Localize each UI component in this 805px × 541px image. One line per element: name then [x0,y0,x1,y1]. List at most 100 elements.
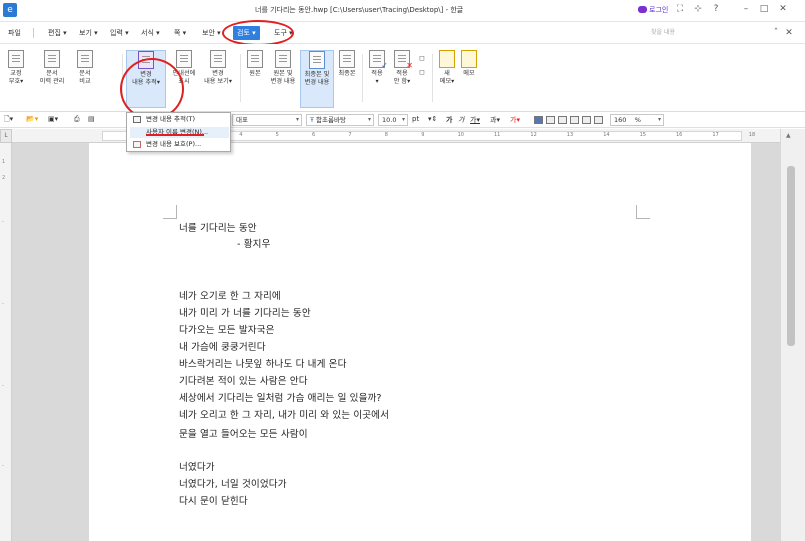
document-line[interactable]: 문을 열고 들어오는 모든 사람이 [179,426,308,440]
track-changes-button[interactable]: 변경 내용 추적▾ [126,50,166,108]
font-unit-label[interactable]: pt [412,115,419,123]
menu-review[interactable]: 검토 ▾ [233,26,260,40]
menu-page[interactable]: 쪽 ▾ [174,28,186,38]
proofreading-marks-button[interactable]: 교정 부호▾ [2,50,30,108]
show-guideline-button[interactable]: 안내선에 표시 [168,50,200,108]
document-line[interactable]: 너였다가 [179,459,215,473]
next-change-icon[interactable]: ◻ [416,68,428,76]
user-icon [638,6,647,13]
ruler-number: 6 [312,132,316,138]
style-select[interactable]: 대표 [232,114,302,126]
document-compare-button[interactable]: 문서 비교 [73,50,97,108]
menu-separator [33,28,34,38]
ribbon-toolbar: 교정 부호▾ 문서 이력 관리 문서 비교 변경 내용 추적▾ 안내선에 표시 변경 내용 … [0,44,805,112]
apply-button[interactable]: 적용▾ [366,50,388,108]
help-icon[interactable]: ? [710,4,722,14]
zoom-input[interactable]: 160 % [610,114,664,126]
document-line[interactable]: 네가 오리고 한 그 자리, 내가 미리 와 있는 이곳에서 [179,407,389,421]
proofreading-icon [8,50,24,68]
document-line[interactable]: 네가 오기로 한 그 자리에 [179,288,281,302]
document-line[interactable]: 바스락거리는 나뭇잎 하나도 다 내게 온다 [179,356,347,370]
document-history-button[interactable]: 문서 이력 관리 [34,50,70,108]
apply-icon [369,50,388,70]
menu-security[interactable]: 보안 ▾ [202,28,221,38]
preview-icon[interactable]: ▤ [88,115,95,123]
document-page[interactable]: 너를 기다리는 동안 - 황지우네가 오기로 한 그 자리에내가 미리 가 너를 … [89,143,751,541]
original-changes-icon [275,50,291,68]
scroll-up-icon[interactable]: ▲ [786,132,791,139]
italic-button[interactable]: 가 [458,115,464,125]
vertical-scrollbar[interactable]: ▲ [780,129,805,541]
prev-change-icon[interactable]: ◻ [416,54,428,62]
document-line[interactable]: 다가오는 모든 발자국은 [179,322,275,336]
document-line[interactable]: 다시 문이 닫힌다 [179,493,248,507]
login-button[interactable]: 로그인 [638,5,668,15]
new-document-icon[interactable]: 🗋▾ [4,115,13,126]
ruler-number: 13 [566,132,574,138]
strikethrough-button[interactable]: 과▾ [490,115,500,125]
document-line[interactable]: 너를 기다리는 동안 [179,220,257,234]
menu-edit[interactable]: 편집 ▾ [48,28,67,38]
align-justify-icon[interactable] [534,116,543,124]
menu-format[interactable]: 서식 ▾ [141,28,160,38]
font-color-button[interactable]: 가▾ [510,115,520,125]
document-line[interactable]: - 황지우 [237,236,271,250]
document-line[interactable]: 너였다가, 너일 것이었다가 [179,476,287,490]
minimize-icon[interactable]: – [740,4,752,14]
history-icon [44,50,60,68]
collapse-ribbon-icon[interactable]: ˆ [770,28,782,38]
search-input[interactable]: 찾을 내용 [648,27,768,39]
view-changes-button[interactable]: 변경 내용 보기▾ [200,50,236,108]
align-center-icon[interactable] [558,116,567,124]
ruler-corner[interactable]: L [0,129,12,143]
document-line[interactable]: 세상에서 기다리는 일처럼 가슴 애리는 일 있을까? [179,390,382,404]
final-button[interactable]: 최종본 [336,50,358,108]
final-with-changes-button[interactable]: 최종본 및 변경 내용 [300,50,334,108]
close-icon[interactable]: ✕ [777,4,789,14]
pin-icon[interactable]: ⊹ [692,4,704,14]
bold-button[interactable]: 가 [446,115,452,125]
document-line[interactable]: 내 가슴에 쿵쿵거린다 [179,339,266,353]
menu-view[interactable]: 보기 ▾ [79,28,98,38]
final-changes-icon [309,51,325,69]
underline-button[interactable]: 가▾ [470,115,480,125]
reject-button[interactable]: 적용안 함▾ [390,50,414,108]
document-line[interactable]: 기다려본 적이 있는 사람은 안다 [179,373,308,387]
font-size-spinner[interactable]: ▾⇕ [428,115,437,123]
scrollbar-thumb[interactable] [787,166,795,346]
dropdown-item-change-user-name[interactable]: 사용자 이름 변경(N)... [130,127,229,138]
dropdown-item-track-changes[interactable]: 변경 내용 추적(T) [130,114,229,125]
maximize-icon[interactable]: □ [758,4,770,14]
close-document-icon[interactable]: ✕ [783,28,795,38]
ruler-number: 16 [676,132,683,138]
memo-button[interactable]: 메모 [458,50,480,108]
original-button[interactable]: 원본 [244,50,266,108]
ruler-number: 9 [421,132,425,138]
ruler-number: 12 [530,132,537,138]
track-changes-icon [133,116,141,123]
vertical-ruler[interactable]: 1 2 - - - - [0,143,12,541]
align-left-icon[interactable] [546,116,555,124]
align-split-icon[interactable] [594,116,603,124]
menu-tools[interactable]: 도구 ▾ [274,28,293,38]
annotation-underline [146,134,204,136]
app-logo-icon[interactable]: e [3,3,17,17]
ribbon-separator [122,54,123,102]
margin-mark-tl [163,205,177,219]
new-memo-button[interactable]: 새 메모▾ [436,50,458,108]
ruler-number: 15 [639,132,646,138]
open-folder-icon[interactable]: 📂▾ [26,115,38,123]
format-toolbar: 🗋▾ 📂▾ ▣▾ ⎙ ▤ 대표 Ŧ 함초롬바탕 10.0 pt ▾⇕ 가 가 가… [0,112,805,128]
fullscreen-icon[interactable]: ⛶ [674,4,686,14]
dropdown-item-protect-changes[interactable]: 변경 내용 보호(P)... [130,139,229,150]
menu-insert[interactable]: 입력 ▾ [110,28,129,38]
align-distribute-icon[interactable] [582,116,591,124]
font-select[interactable]: Ŧ 함초롬바탕 [306,114,374,126]
save-icon[interactable]: ▣▾ [48,115,58,123]
menu-file[interactable]: 파일 [8,28,21,38]
align-right-icon[interactable] [570,116,579,124]
print-icon[interactable]: ⎙ [74,115,80,124]
document-line[interactable]: 내가 미리 가 너를 기다리는 동안 [179,305,311,319]
font-size-input[interactable]: 10.0 [378,114,408,126]
original-with-changes-button[interactable]: 원본 및 변경 내용 [266,50,300,108]
